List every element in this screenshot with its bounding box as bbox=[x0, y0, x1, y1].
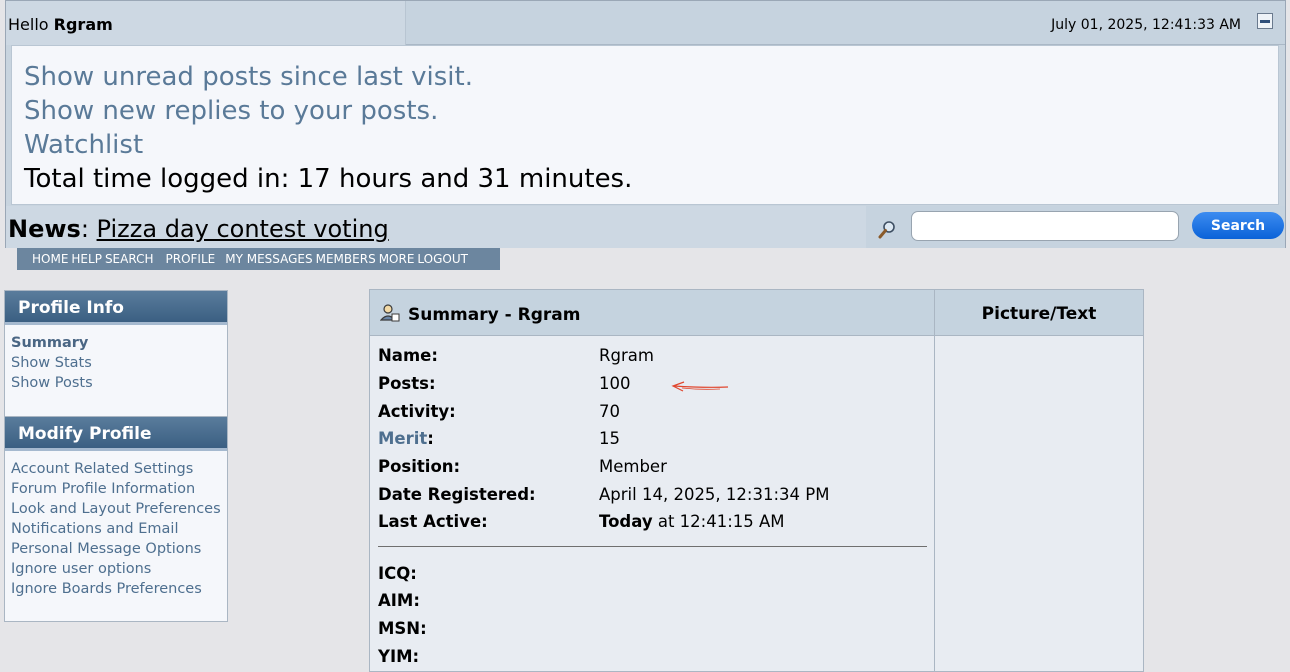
menu-more[interactable]: MORE bbox=[379, 252, 418, 266]
new-replies-link[interactable]: Show new replies to your posts. bbox=[24, 94, 1266, 128]
merit-label: Merit: bbox=[378, 429, 434, 448]
magnifier-icon bbox=[878, 221, 895, 239]
user-profile-icon bbox=[380, 304, 400, 322]
name-value: Rgram bbox=[599, 346, 654, 365]
search-button[interactable]: Search bbox=[1192, 212, 1284, 239]
position-value: Member bbox=[599, 457, 667, 476]
menu-home[interactable]: HOME bbox=[32, 252, 71, 266]
activity-value: 70 bbox=[599, 402, 620, 421]
menu-help[interactable]: HELP bbox=[71, 252, 105, 266]
greeting-word: Hello bbox=[8, 15, 49, 34]
menu-logout[interactable]: LOGOUT bbox=[417, 252, 471, 266]
aim-label: AIM: bbox=[378, 591, 420, 610]
sidebar-item-summary[interactable]: Summary bbox=[11, 333, 221, 353]
last-active-day: Today bbox=[599, 512, 653, 531]
date-registered-label: Date Registered: bbox=[378, 485, 536, 504]
last-active-label: Last Active: bbox=[378, 512, 488, 531]
sidebar-item-ignore-boards[interactable]: Ignore Boards Preferences bbox=[11, 579, 221, 599]
sidebar-item-look-layout[interactable]: Look and Layout Preferences bbox=[11, 499, 221, 519]
icq-label: ICQ: bbox=[378, 564, 417, 583]
yim-label: YIM: bbox=[378, 647, 420, 666]
merit-link[interactable]: Merit bbox=[378, 429, 427, 448]
modify-profile-title: Modify Profile bbox=[5, 417, 227, 451]
news-row: News: Pizza day contest voting Search bbox=[6, 206, 1285, 248]
menu-my-messages[interactable]: MY MESSAGES bbox=[225, 252, 315, 266]
profile-info-panel: Profile Info Summary Show Stats Show Pos… bbox=[4, 290, 228, 418]
sidebar-item-ignore-users[interactable]: Ignore user options bbox=[11, 559, 221, 579]
posts-label: Posts: bbox=[378, 374, 436, 393]
last-active-value: Today at 12:41:15 AM bbox=[599, 512, 785, 531]
unread-posts-link[interactable]: Show unread posts since last visit. bbox=[24, 60, 1266, 94]
sidebar-item-pm-options[interactable]: Personal Message Options bbox=[11, 539, 221, 559]
sidebar-item-notifications[interactable]: Notifications and Email bbox=[11, 519, 221, 539]
hello-bar: Hello Rgram July 01, 2025, 12:41:33 AM bbox=[6, 1, 1285, 45]
modify-profile-panel: Modify Profile Account Related Settings … bbox=[4, 416, 228, 622]
main-menu: HOME HELP SEARCH PROFILE MY MESSAGES MEM… bbox=[17, 248, 500, 270]
picture-text-panel: Picture/Text bbox=[934, 289, 1144, 672]
collapse-icon[interactable] bbox=[1257, 13, 1273, 29]
profile-info-title: Profile Info bbox=[5, 291, 227, 325]
news-cell: News: Pizza day contest voting bbox=[6, 206, 866, 248]
last-active-time: at 12:41:15 AM bbox=[657, 512, 785, 531]
news-label: News bbox=[8, 215, 81, 243]
posts-value: 100 bbox=[599, 374, 631, 393]
date-registered-value: April 14, 2025, 12:31:34 PM bbox=[599, 485, 830, 504]
quick-links-box: Show unread posts since last visit. Show… bbox=[11, 45, 1279, 205]
menu-search[interactable]: SEARCH bbox=[105, 252, 166, 266]
activity-label: Activity: bbox=[378, 402, 456, 421]
top-header: Hello Rgram July 01, 2025, 12:41:33 AM S… bbox=[5, 0, 1286, 248]
sidebar-item-show-posts[interactable]: Show Posts bbox=[11, 373, 221, 393]
username: Rgram bbox=[53, 15, 113, 34]
summary-header: Summary - Rgram bbox=[370, 290, 934, 336]
modify-profile-list: Account Related Settings Forum Profile I… bbox=[5, 451, 227, 607]
summary-panel: Summary - Rgram Name: Rgram Posts: 100 A… bbox=[369, 289, 935, 672]
position-label: Position: bbox=[378, 457, 461, 476]
msn-label: MSN: bbox=[378, 619, 427, 638]
search-input[interactable] bbox=[911, 211, 1179, 241]
sidebar-item-show-stats[interactable]: Show Stats bbox=[11, 353, 221, 373]
menu-members[interactable]: MEMBERS bbox=[316, 252, 379, 266]
picture-text-title: Picture/Text bbox=[935, 290, 1143, 336]
greeting: Hello Rgram bbox=[8, 15, 113, 34]
hello-cell: Hello Rgram bbox=[6, 1, 406, 45]
red-arrow-annotation bbox=[671, 381, 729, 392]
merit-value: 15 bbox=[599, 429, 620, 448]
news-headline-link[interactable]: Pizza day contest voting bbox=[97, 215, 389, 243]
menu-profile[interactable]: PROFILE bbox=[166, 252, 226, 266]
watchlist-link[interactable]: Watchlist bbox=[24, 128, 1266, 162]
news: News: Pizza day contest voting bbox=[8, 215, 389, 243]
summary-divider bbox=[378, 546, 927, 547]
sidebar-item-forum-profile[interactable]: Forum Profile Information bbox=[11, 479, 221, 499]
summary-title: Summary - Rgram bbox=[408, 305, 581, 325]
current-datetime: July 01, 2025, 12:41:33 AM bbox=[1051, 17, 1241, 33]
profile-info-list: Summary Show Stats Show Posts bbox=[5, 325, 227, 401]
name-label: Name: bbox=[378, 346, 438, 365]
time-logged-in: Total time logged in: 17 hours and 31 mi… bbox=[24, 164, 633, 194]
sidebar-item-account-settings[interactable]: Account Related Settings bbox=[11, 459, 221, 479]
